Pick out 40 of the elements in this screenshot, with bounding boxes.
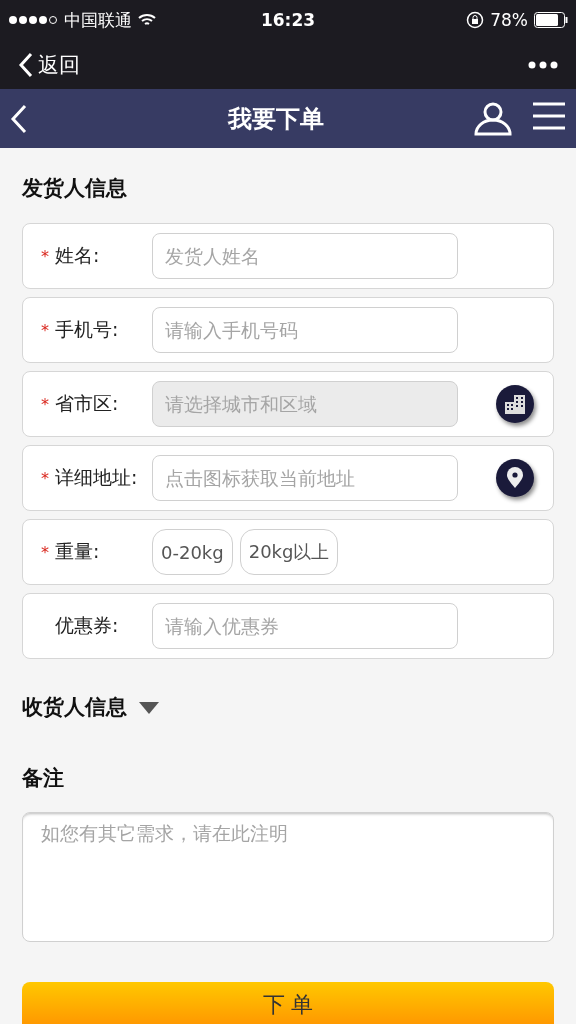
page-title: 我要下单 bbox=[227, 103, 325, 135]
section-title: 发货人信息 bbox=[22, 176, 128, 202]
required-mark: * bbox=[41, 246, 50, 266]
caret-down-icon[interactable] bbox=[139, 701, 159, 714]
back-icon[interactable] bbox=[10, 103, 28, 134]
section-title[interactable]: 收货人信息 bbox=[22, 695, 127, 721]
weight-option[interactable]: 20kg以上 bbox=[239, 529, 339, 576]
weight-option[interactable]: 0-20kg bbox=[152, 529, 233, 576]
signal-icon bbox=[8, 15, 58, 25]
required-mark: * bbox=[41, 394, 50, 414]
input-field[interactable]: 请输入手机号码 bbox=[152, 307, 458, 354]
battery-percent: 78% bbox=[490, 10, 528, 30]
required-mark: * bbox=[41, 542, 50, 562]
required-mark: * bbox=[41, 320, 50, 340]
user-icon[interactable] bbox=[474, 101, 512, 136]
field-label: 详细地址: bbox=[55, 465, 139, 491]
carrier-name: 中国联通 bbox=[64, 8, 132, 32]
field-label: 省市区: bbox=[55, 391, 120, 417]
input-field[interactable]: 请选择城市和区域 bbox=[152, 381, 458, 428]
back-link[interactable]: 返回 bbox=[18, 50, 80, 79]
back-icon bbox=[18, 51, 34, 78]
menu-icon[interactable] bbox=[532, 101, 566, 130]
input-field[interactable]: 点击图标获取当前地址 bbox=[152, 455, 458, 502]
clock-time: 16:23 bbox=[260, 10, 316, 30]
field-label: 手机号: bbox=[55, 317, 120, 343]
more-icon[interactable] bbox=[528, 60, 558, 69]
field-label: 姓名: bbox=[55, 243, 101, 269]
battery-icon bbox=[534, 12, 568, 28]
submit-button[interactable]: 下 单 bbox=[22, 981, 554, 1024]
buildings-icon[interactable] bbox=[495, 384, 535, 425]
location-pin-icon[interactable] bbox=[495, 458, 535, 499]
section-title: 备注 bbox=[22, 766, 65, 792]
field-label: 重量: bbox=[55, 539, 101, 565]
field-label: 优惠券: bbox=[55, 613, 120, 639]
required-mark: * bbox=[41, 468, 50, 488]
input-field[interactable]: 发货人姓名 bbox=[152, 233, 458, 280]
wifi-icon bbox=[138, 13, 156, 27]
rotation-lock-icon bbox=[466, 11, 485, 29]
notes-field[interactable]: 如您有其它需求，请在此注明 bbox=[22, 811, 554, 942]
input-field[interactable]: 请输入优惠券 bbox=[152, 603, 458, 650]
